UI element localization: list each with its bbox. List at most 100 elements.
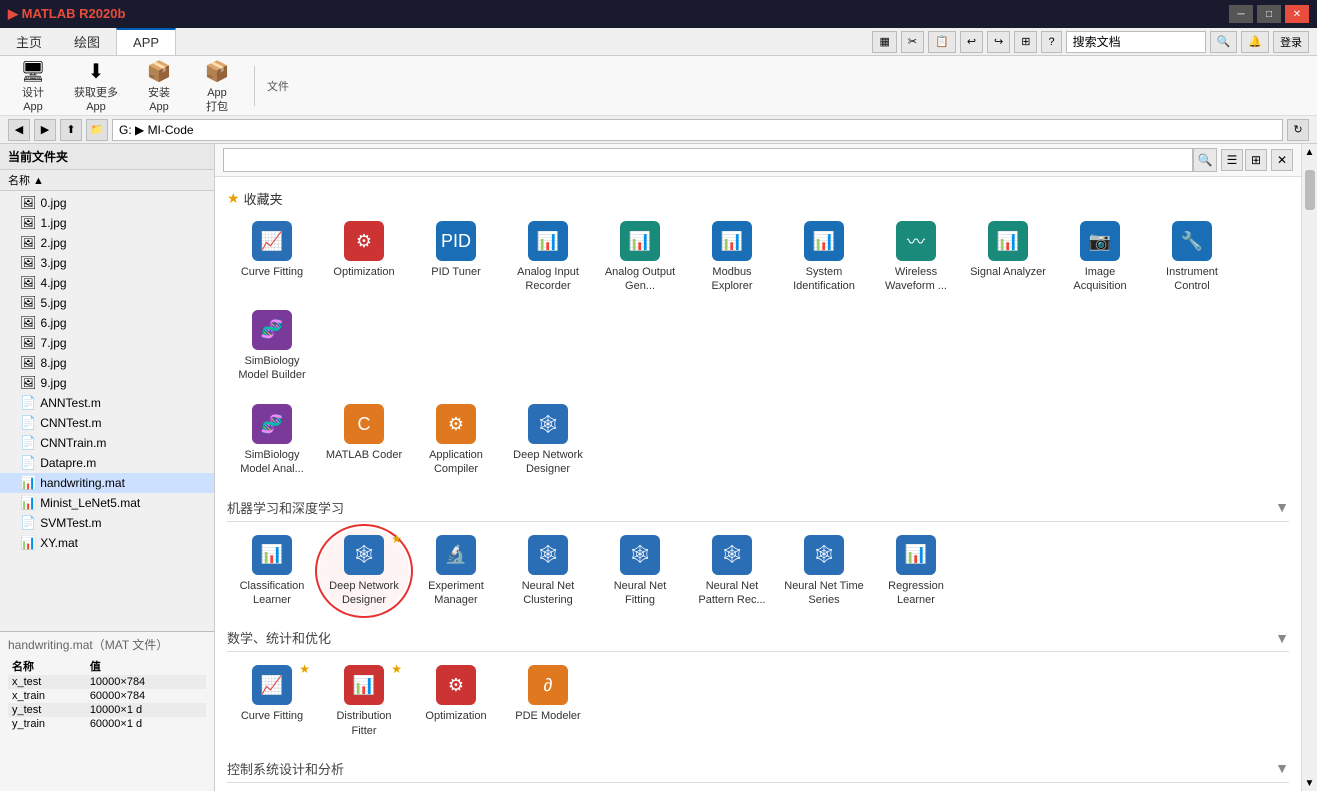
- titlebar: ▶ MATLAB R2020b ─ □ ✕: [0, 0, 1317, 28]
- tab-plot[interactable]: 绘图: [58, 28, 116, 55]
- scroll-down-button[interactable]: ▼: [1302, 775, 1317, 791]
- file-item[interactable]: 🖼5.jpg: [0, 293, 214, 313]
- scroll-thumb[interactable]: [1305, 170, 1315, 210]
- refresh-button[interactable]: ↻: [1287, 119, 1309, 141]
- install-app-icon: 📦: [145, 57, 173, 85]
- app-item[interactable]: 📊Analog Input Recorder: [503, 214, 593, 301]
- app-search-button[interactable]: 🔍: [1193, 148, 1217, 172]
- math-section-collapse[interactable]: ▼: [1275, 630, 1289, 646]
- app-label: Optimization: [333, 265, 394, 279]
- app-item[interactable]: PIDPID Tuner: [411, 214, 501, 301]
- app-icon: 🔬: [436, 535, 476, 575]
- favorites-section-label: ★ 收藏夹: [227, 185, 1289, 214]
- file-item[interactable]: 📊handwriting.mat: [0, 473, 214, 493]
- app-label: Optimization: [425, 709, 486, 723]
- package-app-button[interactable]: 📦 App打包: [192, 53, 242, 117]
- app-item[interactable]: 🔧Instrument Control: [1147, 214, 1237, 301]
- app-label: Neural Net Fitting: [600, 579, 680, 608]
- file-item[interactable]: 🖼3.jpg: [0, 253, 214, 273]
- file-item[interactable]: 🖼0.jpg: [0, 193, 214, 213]
- app-item[interactable]: 🕸Neural Net Clustering: [503, 528, 593, 615]
- app-item[interactable]: 📊Analog Output Gen...: [595, 214, 685, 301]
- file-item[interactable]: 📄SVMTest.m: [0, 513, 214, 533]
- toolbar-btn-2[interactable]: ✂: [901, 31, 924, 53]
- app-logo: ▶ MATLAB R2020b: [8, 6, 125, 22]
- app-item[interactable]: 📊Modbus Explorer: [687, 214, 777, 301]
- app-item[interactable]: 📊Regression Learner: [871, 528, 961, 615]
- file-item[interactable]: 📄CNNTrain.m: [0, 433, 214, 453]
- app-item[interactable]: 🕸Neural Net Fitting: [595, 528, 685, 615]
- undo-button[interactable]: ↩: [960, 31, 983, 53]
- app-item[interactable]: 🕸Neural Net Pattern Rec...: [687, 528, 777, 615]
- app-item[interactable]: CMATLAB Coder: [319, 397, 409, 484]
- file-item[interactable]: 📄CNNTest.m: [0, 413, 214, 433]
- list-view-button[interactable]: ☰: [1221, 149, 1243, 171]
- app-star-icon: ★: [391, 532, 402, 546]
- app-item[interactable]: ⚙Application Compiler: [411, 397, 501, 484]
- close-button[interactable]: ✕: [1285, 5, 1309, 23]
- app-item[interactable]: ⚙Optimization: [319, 214, 409, 301]
- install-app-button[interactable]: 📦 安装App: [134, 53, 184, 117]
- notify-button[interactable]: 🔔: [1241, 31, 1269, 53]
- nav-up-button[interactable]: ⬆: [60, 119, 82, 141]
- app-item[interactable]: 🕸Neural Net Time Series: [779, 528, 869, 615]
- prop-value: 60000×1 d: [86, 717, 206, 731]
- toolbar-btn-1[interactable]: ▦: [872, 31, 896, 53]
- app-item[interactable]: ⚙Optimization: [411, 658, 501, 745]
- login-button[interactable]: 登录: [1273, 31, 1309, 53]
- file-item[interactable]: 🖼4.jpg: [0, 273, 214, 293]
- browse-folder-button[interactable]: 📁: [86, 119, 108, 141]
- package-app-label: App打包: [206, 87, 228, 113]
- file-item[interactable]: 🖼8.jpg: [0, 353, 214, 373]
- file-item[interactable]: 📊Minist_LeNet5.mat: [0, 493, 214, 513]
- maximize-button[interactable]: □: [1257, 5, 1281, 23]
- app-item[interactable]: 🧬SimBiology Model Anal...: [227, 397, 317, 484]
- file-item[interactable]: 📄Datapre.m: [0, 453, 214, 473]
- file-item[interactable]: 🖼6.jpg: [0, 313, 214, 333]
- file-item[interactable]: 🖼7.jpg: [0, 333, 214, 353]
- app-item[interactable]: ∂PDE Modeler: [503, 658, 593, 745]
- app-item[interactable]: 📊Classification Learner: [227, 528, 317, 615]
- close-search-button[interactable]: ✕: [1271, 149, 1293, 171]
- toolbar: 🖥 设计App ⬇ 获取更多App 📦 安装App 📦 App打包 文件: [0, 56, 1317, 116]
- window-button[interactable]: ⊞: [1014, 31, 1037, 53]
- search-docs-button[interactable]: 🔍: [1210, 31, 1238, 53]
- main-layout: 当前文件夹 名称 ▲ 🖼0.jpg🖼1.jpg🖼2.jpg🖼3.jpg🖼4.jp…: [0, 144, 1317, 791]
- app-item[interactable]: 📊Distribution Fitter★: [319, 658, 409, 745]
- toolbar-btn-3[interactable]: 📋: [928, 31, 956, 53]
- get-more-apps-label: 获取更多App: [74, 87, 118, 113]
- control-section-collapse[interactable]: ▼: [1275, 760, 1289, 776]
- scroll-up-button[interactable]: ▲: [1302, 144, 1317, 160]
- design-app-button[interactable]: 🖥 设计App: [8, 53, 58, 117]
- file-item[interactable]: 🖼1.jpg: [0, 213, 214, 233]
- get-more-apps-button[interactable]: ⬇ 获取更多App: [66, 53, 126, 117]
- app-item[interactable]: 📈Curve Fitting: [227, 214, 317, 301]
- app-item[interactable]: 🔬Experiment Manager: [411, 528, 501, 615]
- help-button[interactable]: ?: [1041, 31, 1061, 53]
- tab-home[interactable]: 主页: [0, 28, 58, 55]
- file-item[interactable]: 🖼9.jpg: [0, 373, 214, 393]
- file-item[interactable]: 🖼2.jpg: [0, 233, 214, 253]
- ml-section-collapse[interactable]: ▼: [1275, 499, 1289, 515]
- file-item[interactable]: 📄ANNTest.m: [0, 393, 214, 413]
- nav-back-button[interactable]: ◀: [8, 119, 30, 141]
- app-item[interactable]: 📈Curve Fitting★: [227, 658, 317, 745]
- control-section-title: 控制系统设计和分析: [227, 759, 344, 778]
- nav-forward-button[interactable]: ▶: [34, 119, 56, 141]
- tab-app[interactable]: APP: [116, 28, 176, 55]
- file-name: SVMTest.m: [40, 516, 101, 530]
- app-item[interactable]: 📷Image Acquisition: [1055, 214, 1145, 301]
- app-item[interactable]: 📊Signal Analyzer: [963, 214, 1053, 301]
- app-item[interactable]: 〰Wireless Waveform ...: [871, 214, 961, 301]
- app-item[interactable]: 🧬SimBiology Model Builder: [227, 303, 317, 390]
- app-search-input[interactable]: [223, 148, 1193, 172]
- app-item[interactable]: 🕸Deep Network Designer★: [319, 528, 409, 615]
- app-item[interactable]: 📊System Identification: [779, 214, 869, 301]
- file-icon: 📄: [20, 395, 36, 411]
- file-item[interactable]: 📊XY.mat: [0, 533, 214, 553]
- app-item[interactable]: 🕸Deep Network Designer: [503, 397, 593, 484]
- redo-button[interactable]: ↪: [987, 31, 1010, 53]
- minimize-button[interactable]: ─: [1229, 5, 1253, 23]
- grid-view-button[interactable]: ⊞: [1245, 149, 1267, 171]
- math-section-title: 数学、统计和优化: [227, 628, 331, 647]
